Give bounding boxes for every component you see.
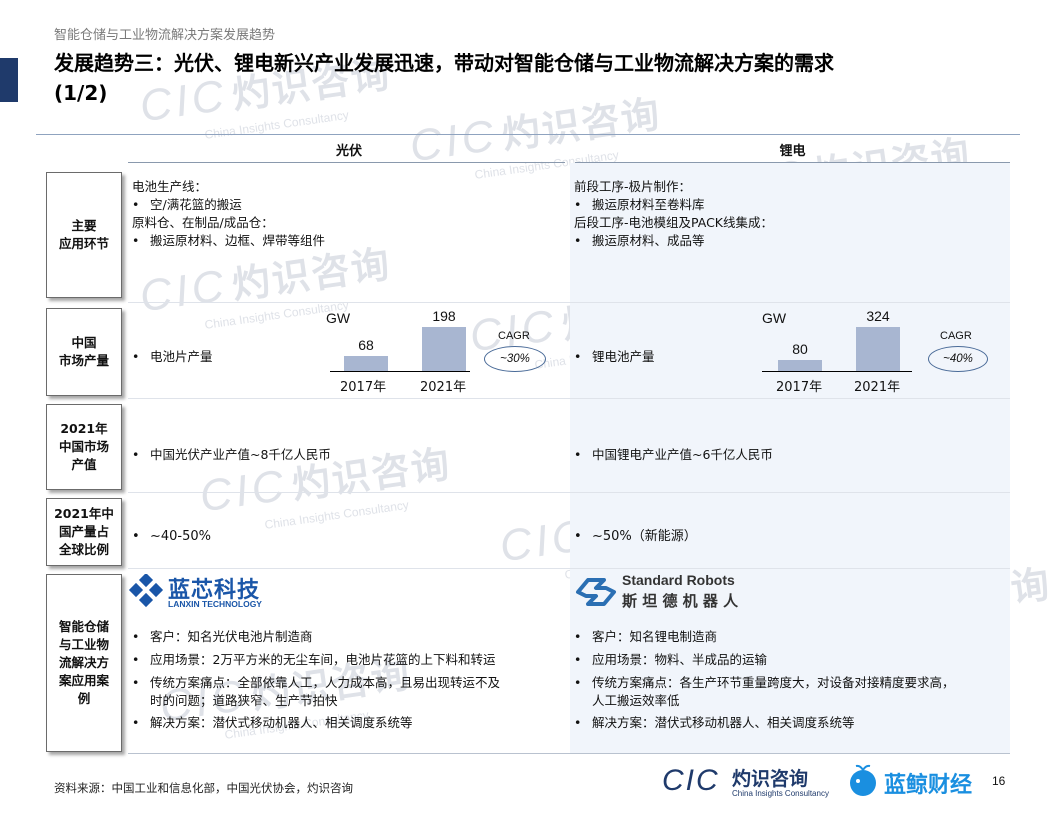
cagr-value: ~40% (928, 346, 988, 372)
tick-2017: 2017年 (776, 380, 823, 395)
chart-unit-label: GW (326, 310, 351, 326)
li-output-label: 锂电池产量 (574, 348, 655, 366)
lanxin-logo: 蓝芯科技 LANXIN TECHNOLOGY (128, 572, 278, 612)
pv-share: ~40-50% (132, 528, 211, 546)
accent-bar (0, 58, 18, 102)
standard-robots-mark-icon (576, 578, 616, 606)
chart-axis (330, 371, 470, 372)
standard-robots-logo: Standard Robots 斯 坦 德 机 器 人 (574, 572, 764, 612)
page-number: 16 (992, 774, 1006, 788)
li-case-scene: 应用场景：物料、半成品的运输 (574, 651, 767, 669)
bar-2021 (422, 327, 466, 371)
row-divider (128, 568, 1010, 569)
row-divider (128, 492, 1010, 493)
pv-value: 中国光伏产业产值~8千亿人民币 (132, 446, 331, 464)
tick-2021: 2021年 (420, 380, 467, 395)
chart-axis (762, 371, 912, 372)
li-case-pain: 传统方案痛点：各生产环节重量跨度大，对设备对接精度要求高， (574, 674, 955, 692)
pv-output-label: 电池片产量 (132, 348, 213, 366)
pv-bullet-1: 空/满花篮的搬运 (132, 196, 242, 214)
tick-2021: 2021年 (854, 380, 901, 395)
row-label-value: 2021年 中国市场 产值 (46, 404, 122, 490)
bar-value-2017: 80 (792, 341, 808, 357)
li-case-solution: 解决方案：潜伏式移动机器人、相关调度系统等 (574, 714, 855, 732)
pv-line-1: 电池生产线： (132, 179, 208, 194)
pv-chart: GW 68 198 2017年 2021年 CAGR ~30% (320, 308, 560, 398)
bar-2017 (344, 356, 388, 371)
bar-2021 (856, 327, 900, 371)
cagr-label: CAGR (498, 330, 530, 342)
whale-icon (850, 764, 876, 796)
row-label-application: 主要 应用环节 (46, 172, 122, 298)
li-bullet-1: 搬运原材料至卷料库 (574, 196, 705, 214)
section-label: 智能仓储与工业物流解决方案发展趋势 (54, 28, 276, 43)
pv-case-pain-cont: 时的问题；道路狭窄、生产节拍快 (150, 693, 338, 708)
pv-case-scene: 应用场景：2万平方米的无尘车间，电池片花篮的上下料和转运 (132, 651, 495, 669)
pv-case-solution: 解决方案：潜伏式移动机器人、相关调度系统等 (132, 714, 413, 732)
header-divider-left (128, 162, 565, 163)
pv-case-client: 客户：知名光伏电池片制造商 (132, 628, 313, 646)
pv-line-2: 原料仓、在制品/成品仓： (132, 215, 274, 230)
standard-robots-sub: 斯 坦 德 机 器 人 (622, 592, 739, 610)
header-divider-right (575, 162, 1010, 163)
bar-value-2017: 68 (358, 337, 374, 353)
li-line-2: 后段工序-电池模组及PACK线集成： (574, 215, 774, 230)
chart-unit-label: GW (762, 310, 787, 326)
row-label-output: 中国 市场产量 (46, 308, 122, 396)
title-divider (36, 134, 1020, 135)
partner-name: 蓝鲸财经 (884, 773, 973, 798)
li-value: 中国锂电产业产值~6千亿人民币 (574, 446, 773, 464)
cic-logo-mark: CIC (662, 764, 720, 797)
li-line-1: 前段工序-极片制作： (574, 179, 692, 194)
cic-logo-en: China Insights Consultancy (732, 789, 829, 798)
row-divider (128, 302, 1010, 303)
pv-bullet-2: 搬运原材料、边框、焊带等组件 (132, 232, 325, 250)
li-case-client: 客户：知名锂电制造商 (574, 628, 717, 646)
cic-logo-cn: 灼识咨询 (732, 768, 809, 790)
li-share: ~50%（新能源） (574, 528, 697, 546)
li-bullet-2: 搬运原材料、成品等 (574, 232, 705, 250)
row-divider (128, 398, 1010, 399)
lanxin-mark-icon (128, 574, 164, 608)
lanxin-sub: LANXIN TECHNOLOGY (168, 599, 262, 609)
row-label-cases: 智能仓储 与工业物 流解决方 案应用案 例 (46, 574, 122, 752)
bar-value-2021: 324 (866, 308, 890, 324)
li-case-pain-cont: 人工搬运效率低 (592, 693, 680, 708)
column-header-right: 锂电 (779, 144, 806, 159)
li-chart: GW 80 324 2017年 2021年 CAGR ~40% (756, 308, 1006, 398)
cagr-value: ~30% (484, 346, 546, 372)
bar-value-2021: 198 (432, 308, 456, 324)
standard-robots-name: Standard Robots (622, 572, 735, 588)
tick-2017: 2017年 (340, 380, 387, 395)
pv-case-pain: 传统方案痛点：全部依靠人工，人力成本高，且易出现转运不及 (132, 674, 500, 692)
bar-2017 (778, 360, 822, 371)
page-title: 发展趋势三：光伏、锂电新兴产业发展迅速，带动对智能仓储与工业物流解决方案的需求 … (54, 51, 834, 105)
partner-logo: 蓝鲸财经 (846, 762, 986, 802)
row-label-global-share: 2021年中 国产量占 全球比例 (46, 498, 122, 566)
source-note: 资料来源：中国工业和信息化部，中国光伏协会，灼识咨询 (54, 781, 353, 795)
cic-logo: CIC 灼识咨询 China Insights Consultancy (662, 762, 832, 802)
column-header-left: 光伏 (335, 144, 362, 159)
row-divider (128, 753, 1010, 754)
cagr-label: CAGR (940, 330, 972, 342)
